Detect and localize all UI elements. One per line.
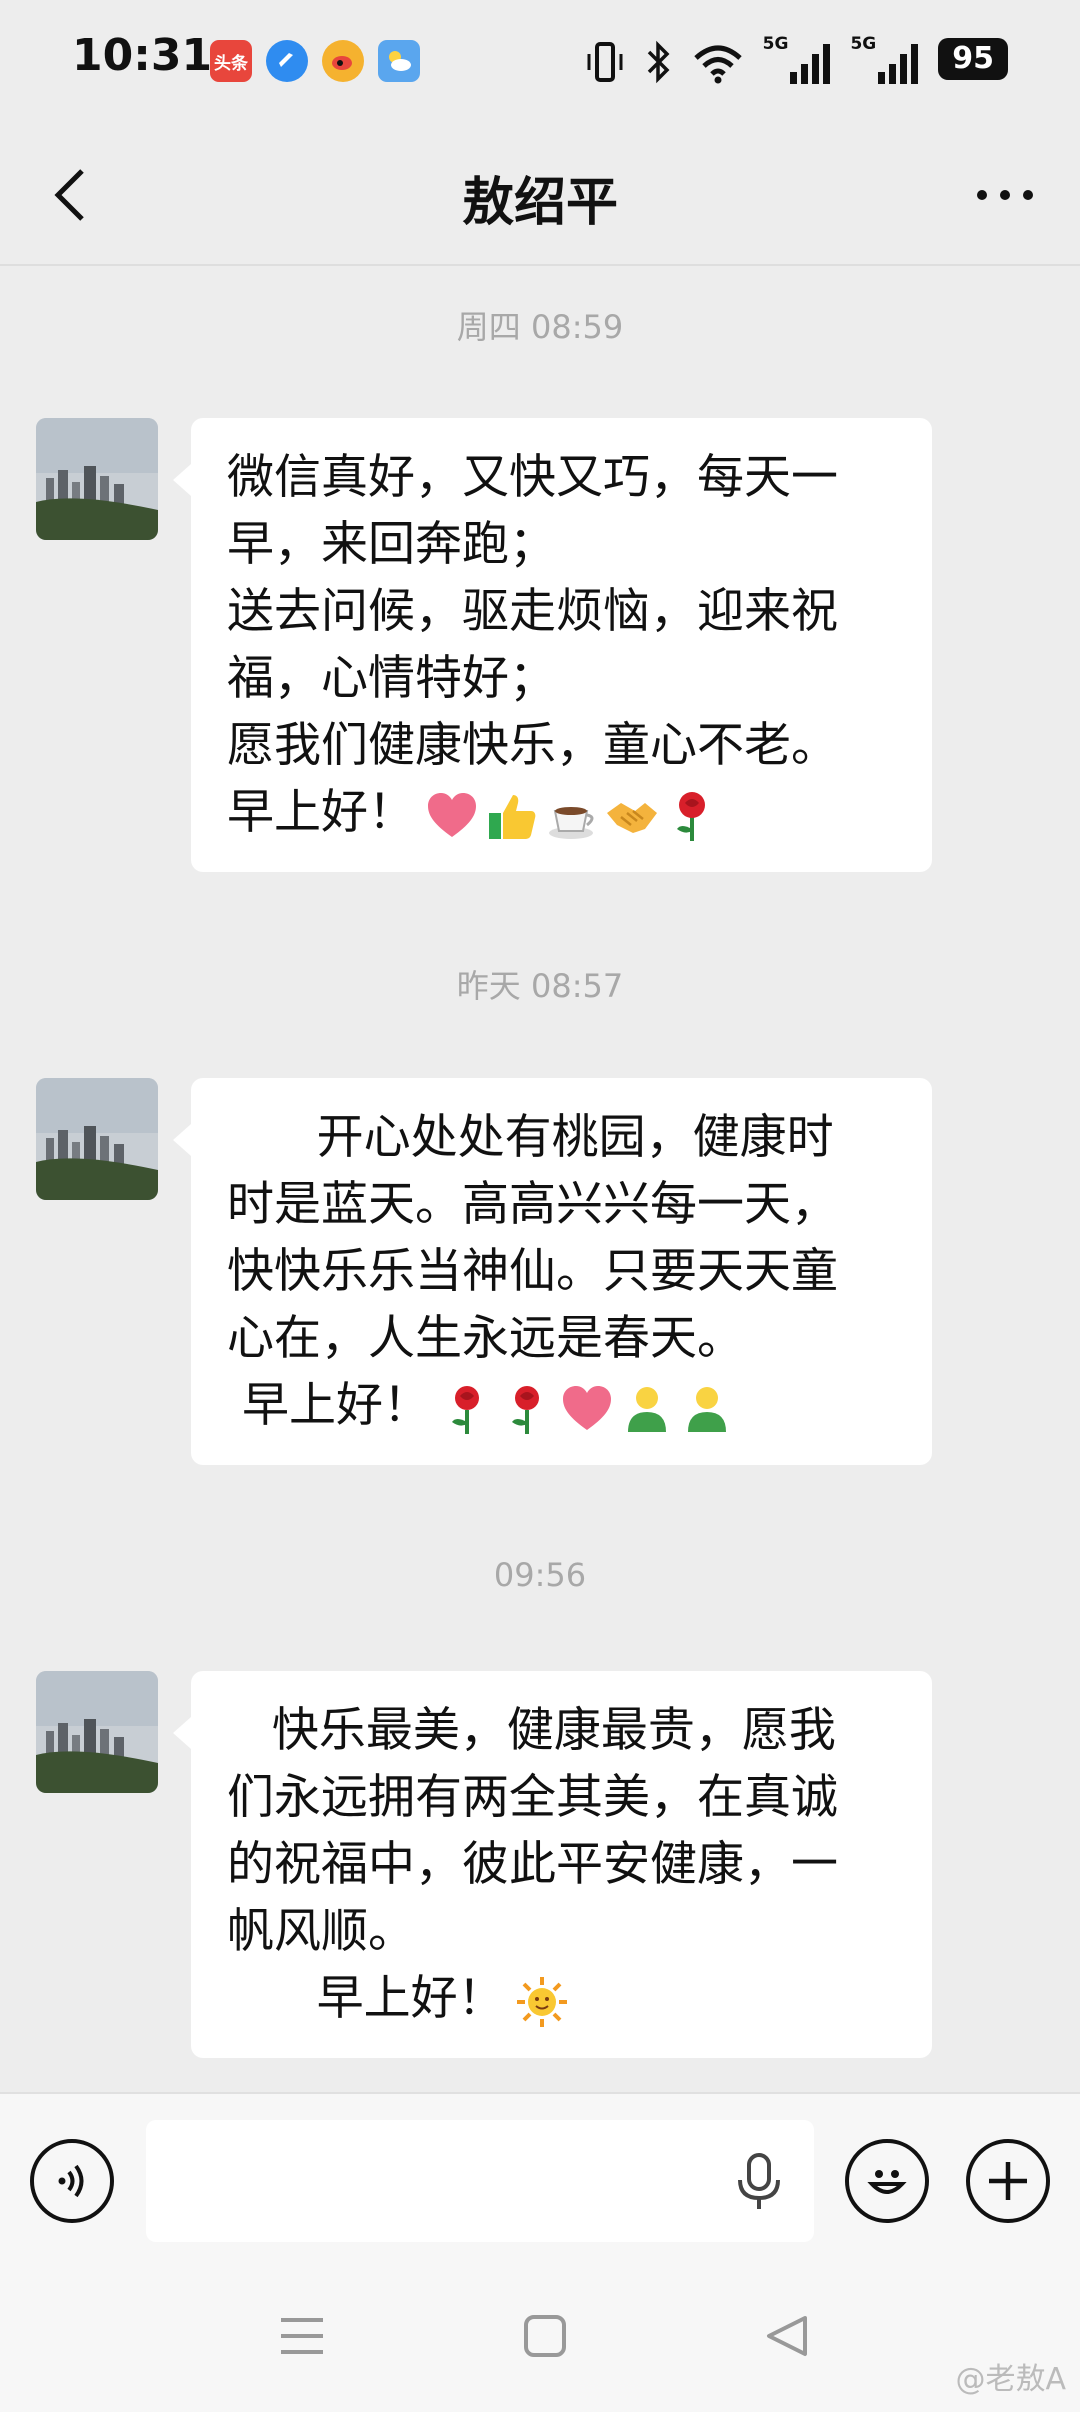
- status-time: 10:31: [72, 30, 213, 81]
- message-line: 愿我们健康快乐，童心不老。: [227, 718, 838, 773]
- app-blue-icon: [266, 40, 308, 82]
- message-timestamp: 周四 08:59: [456, 308, 624, 346]
- system-icons: 5G 5G 95: [585, 34, 1008, 84]
- coffee-icon: [549, 806, 594, 839]
- message-bubble: 开心处处有桃园，健康时 时是蓝天。高高兴兴每一天， 快快乐乐当神仙。只要天天童 …: [173, 1078, 932, 1465]
- message-closing: 早上好！: [227, 1378, 430, 1433]
- smiley-icon: [867, 2170, 907, 2194]
- message-line: 开心处处有桃园，健康时: [227, 1110, 834, 1165]
- chat-title: 敖绍平: [461, 173, 618, 233]
- rose-icon: [677, 791, 705, 841]
- heart-icon: [428, 792, 476, 837]
- more-actions-button[interactable]: [966, 2139, 1050, 2223]
- person-icon: [627, 1386, 666, 1432]
- avatar[interactable]: [36, 1671, 158, 1793]
- home-square-icon: [524, 2315, 566, 2357]
- weather-icon: [378, 40, 420, 82]
- message-bubble: 快乐最美，健康最贵，愿我 们永远拥有两全其美，在真诚 的祝福中，彼此平安健康，一…: [173, 1671, 932, 2058]
- message-line: 心在，人生永远是春天。: [227, 1311, 744, 1366]
- wifi-icon: [693, 34, 743, 84]
- signal-label-2: 5G: [850, 34, 877, 54]
- message-line: 的祝福中，彼此平安健康，一: [227, 1837, 838, 1892]
- battery-indicator: 95: [938, 38, 1008, 80]
- weibo-icon: [322, 40, 364, 82]
- more-button[interactable]: [970, 165, 1040, 225]
- microphone-button[interactable]: [732, 2152, 786, 2216]
- sun-icon: [516, 1976, 567, 2027]
- handshake-icon: [607, 802, 657, 833]
- message-closing: 早上好！: [227, 785, 415, 840]
- emoji-button[interactable]: [845, 2139, 929, 2223]
- rose-icon: [511, 1385, 539, 1434]
- recent-apps-button[interactable]: [267, 2306, 337, 2366]
- message-bubble: 微信真好，又快又巧，每天一 早，来回奔跑； 送去问候，驱走烦恼，迎来祝 福，心情…: [173, 418, 932, 872]
- watermark: @老敖A: [955, 2362, 1066, 2397]
- message-line: 帆风顺。: [227, 1904, 415, 1959]
- voice-icon: [58, 2164, 84, 2198]
- chat-header: 敖绍平: [0, 120, 1080, 266]
- voice-button[interactable]: [30, 2139, 114, 2223]
- navigation-bar: @老敖A: [0, 2266, 1080, 2412]
- bluetooth-icon: [645, 34, 673, 84]
- nav-back-button[interactable]: [752, 2306, 822, 2366]
- back-triangle-icon: [767, 2316, 807, 2356]
- toutiao-icon: 头条: [210, 40, 252, 82]
- status-bar: 10:31 头条 5G 5G 95: [0, 0, 1080, 120]
- signal-5g-icon-2: 5G: [850, 34, 919, 84]
- message-line: 快快乐乐当神仙。只要天天童: [227, 1244, 838, 1299]
- message-line: 快乐最美，健康最贵，愿我: [227, 1703, 836, 1758]
- microphone-icon: [738, 2153, 780, 2209]
- heart-icon: [562, 1385, 611, 1430]
- avatar[interactable]: [36, 418, 158, 540]
- rose-icon: [451, 1385, 479, 1434]
- message-timestamp: 09:56: [493, 1556, 587, 1594]
- menu-icon: [281, 2318, 323, 2354]
- signal-label-1: 5G: [762, 34, 789, 54]
- signal-5g-icon-1: 5G: [763, 34, 831, 84]
- person-icon: [687, 1386, 726, 1432]
- message-line: 们永远拥有两全其美，在真诚: [227, 1770, 838, 1825]
- avatar[interactable]: [36, 1078, 158, 1200]
- plus-icon: [989, 2162, 1027, 2200]
- message-closing: 早上好！: [227, 1971, 505, 2026]
- message-input[interactable]: [146, 2120, 814, 2242]
- message-timestamp: 昨天 08:57: [456, 967, 624, 1005]
- home-button[interactable]: [510, 2306, 580, 2366]
- more-dots-icon: [977, 190, 1033, 200]
- message-line: 福，心情特好；: [227, 651, 556, 706]
- input-bar: [0, 2092, 1080, 2266]
- message-line: 送去问候，驱走烦恼，迎来祝: [227, 584, 838, 639]
- message-line: 微信真好，又快又巧，每天一: [227, 450, 838, 505]
- vibrate-icon: [585, 34, 625, 84]
- thumbs-up-icon: [489, 794, 536, 839]
- message-line: 早，来回奔跑；: [227, 517, 556, 572]
- message-line: 时是蓝天。高高兴兴每一天，: [227, 1177, 838, 1232]
- notification-icons: 头条: [210, 40, 420, 82]
